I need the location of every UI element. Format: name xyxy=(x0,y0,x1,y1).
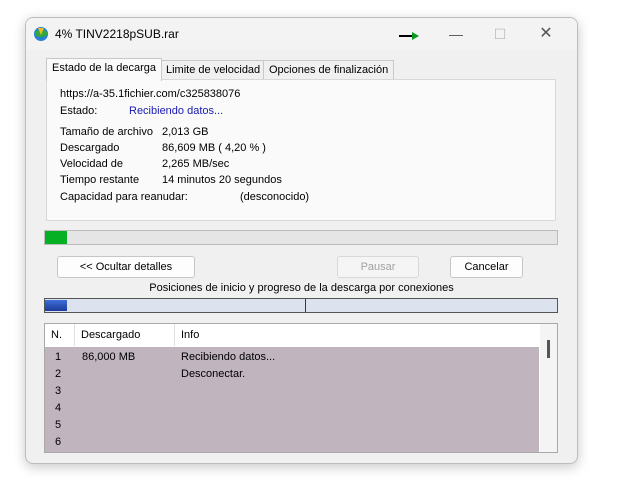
hide-details-button[interactable]: << Ocultar detalles xyxy=(57,256,195,278)
connections-title: Posiciones de inicio y progreso de la de… xyxy=(149,282,454,294)
row-number: 2 xyxy=(55,368,62,380)
minimize-button[interactable]: — xyxy=(434,22,478,46)
status-label: Estado: xyxy=(60,105,98,117)
pause-button[interactable]: Pausar xyxy=(337,256,419,278)
window-title: 4% TINV2218pSUB.rar xyxy=(55,27,179,41)
downloaded-value: 86,609 MB ( 4,20 % ) xyxy=(162,142,266,154)
file-size-label: Tamaño de archivo xyxy=(60,126,153,138)
time-remaining-label: Tiempo restante xyxy=(60,174,140,186)
downloaded-label: Descargado xyxy=(60,142,120,154)
column-header-number[interactable]: N. xyxy=(45,324,75,346)
download-window: 4% TINV2218pSUB.rar — ☐ ✕ Estado de la d… xyxy=(25,17,578,464)
resume-capability-label: Capacidad para reanudar: xyxy=(60,191,188,203)
row-number: 3 xyxy=(55,385,62,397)
list-body: 1 86,000 MB Recibiendo datos... 2 Descon… xyxy=(45,347,539,452)
cancel-button[interactable]: Cancelar xyxy=(450,256,523,278)
list-scrollbar[interactable] xyxy=(540,324,557,452)
row-info: Recibiendo datos... xyxy=(181,351,276,363)
maximize-button[interactable]: ☐ xyxy=(478,22,522,46)
close-button[interactable]: ✕ xyxy=(524,22,568,46)
column-header-downloaded[interactable]: Descargado xyxy=(75,324,175,346)
resume-capability-value: (desconocido) xyxy=(240,191,310,203)
row-number: 6 xyxy=(55,436,62,448)
speed-value: 2,265 MB/sec xyxy=(162,158,230,170)
tab-completion-options[interactable]: Opciones de finalización xyxy=(263,60,395,80)
green-arrow-icon xyxy=(399,32,419,40)
connection-2-start-marker xyxy=(305,299,306,312)
connections-progress-bar xyxy=(44,298,558,313)
connection-1-segment xyxy=(45,300,67,311)
time-remaining-value: 14 minutos 20 segundos xyxy=(162,174,282,186)
row-downloaded: 86,000 MB xyxy=(82,351,136,363)
row-info: Desconectar. xyxy=(181,368,246,380)
download-url: https://a-35.1fichier.com/c325838076 xyxy=(60,88,241,100)
column-header-info[interactable]: Info xyxy=(175,324,539,346)
speed-label: Velocidad de xyxy=(60,158,123,170)
connections-list[interactable]: N. Descargado Info 1 86,000 MB Recibiend… xyxy=(44,323,558,453)
tab-speed-limit[interactable]: Limite de velocidad xyxy=(160,60,267,80)
row-number: 1 xyxy=(55,351,62,363)
scrollbar-thumb[interactable] xyxy=(547,340,550,358)
row-number: 4 xyxy=(55,402,62,414)
download-progress-fill xyxy=(45,231,67,244)
tab-download-status[interactable]: Estado de la decarga xyxy=(46,58,162,81)
status-value: Recibiendo datos... xyxy=(129,105,224,117)
idm-globe-icon xyxy=(34,27,48,41)
download-progress-bar xyxy=(44,230,558,245)
title-bar[interactable]: 4% TINV2218pSUB.rar — ☐ ✕ xyxy=(26,18,577,50)
file-size-value: 2,013 GB xyxy=(162,126,209,138)
details-panel: https://a-35.1fichier.com/c325838076 Est… xyxy=(46,79,556,221)
row-number: 5 xyxy=(55,419,62,431)
